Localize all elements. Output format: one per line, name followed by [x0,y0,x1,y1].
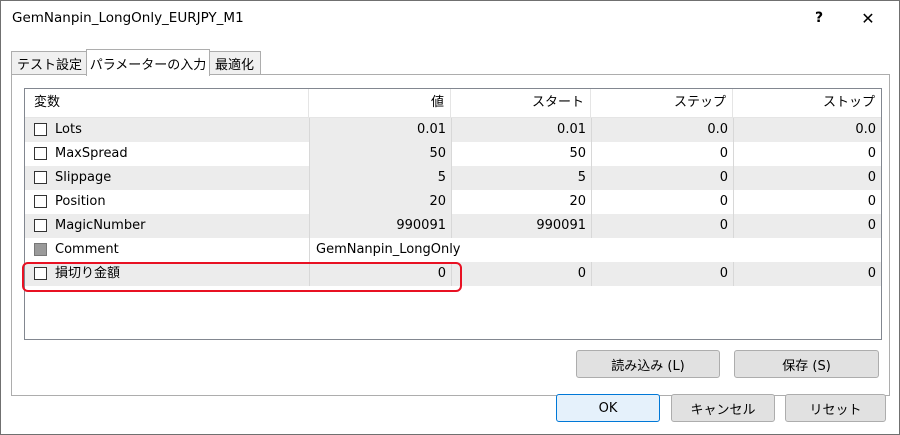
tab-parameters[interactable]: パラメーターの入力 [86,49,210,76]
close-icon: ✕ [861,8,875,28]
help-button[interactable]: ? [804,7,834,29]
param-start[interactable]: 20 [451,190,591,214]
close-button[interactable]: ✕ [853,7,883,29]
param-name: Position [55,194,106,209]
header-stop[interactable]: ストップ [733,89,881,117]
tab-optimization[interactable]: 最適化 [208,51,261,74]
reset-button[interactable]: リセット [785,394,886,422]
param-start[interactable]: 50 [451,142,591,166]
param-value[interactable]: 5 [309,166,451,190]
window-title: GemNanpin_LongOnly_EURJPY_M1 [12,10,244,26]
table-header: 変数 値 スタート ステップ ストップ [25,89,881,118]
param-value[interactable]: 50 [309,142,451,166]
param-name: 損切り金額 [55,266,121,281]
param-stop[interactable]: 0 [733,214,881,238]
param-stop[interactable]: 0 [733,142,881,166]
param-start[interactable]: 990091 [451,214,591,238]
param-step[interactable]: 0 [591,190,733,214]
cancel-button[interactable]: キャンセル [671,394,775,422]
param-stop[interactable]: 0 [733,166,881,190]
param-name: MaxSpread [55,146,128,161]
header-step[interactable]: ステップ [591,89,733,117]
header-variable[interactable]: 変数 [25,89,309,117]
header-value[interactable]: 値 [309,89,451,117]
load-button[interactable]: 読み込み (L) [576,350,720,378]
param-name: Comment [55,242,119,257]
param-stop[interactable]: 0 [733,262,881,286]
param-name: MagicNumber [55,218,146,233]
param-stop[interactable]: 0 [733,190,881,214]
table-row[interactable]: MagicNumber 990091 990091 0 0 [25,214,881,238]
param-step[interactable]: 0 [591,214,733,238]
param-step[interactable]: 0 [591,262,733,286]
table-row[interactable]: Lots 0.01 0.01 0.0 0.0 [25,118,881,142]
param-value[interactable]: GemNanpin_LongOnly [309,238,881,262]
table-row[interactable]: Position 20 20 0 0 [25,190,881,214]
param-step[interactable]: 0 [591,166,733,190]
table-row[interactable]: MaxSpread 50 50 0 0 [25,142,881,166]
param-name: Slippage [55,170,112,185]
param-start[interactable]: 0 [451,262,591,286]
header-start[interactable]: スタート [451,89,591,117]
param-step[interactable]: 0 [591,142,733,166]
table-row[interactable]: Comment GemNanpin_LongOnly [25,238,881,262]
table-row[interactable]: Slippage 5 5 0 0 [25,166,881,190]
param-start[interactable]: 5 [451,166,591,190]
param-value[interactable]: 0 [309,262,451,286]
parameters-table: 変数 値 スタート ステップ ストップ Lots 0.01 0.01 0.0 0… [24,88,882,340]
param-value[interactable]: 990091 [309,214,451,238]
param-name: Lots [55,122,82,137]
save-button[interactable]: 保存 (S) [734,350,879,378]
table-row[interactable]: 損切り金額 0 0 0 0 [25,262,881,286]
tab-test-settings[interactable]: テスト設定 [11,51,88,74]
param-value[interactable]: 20 [309,190,451,214]
param-step[interactable]: 0.0 [591,118,733,142]
param-stop[interactable]: 0.0 [733,118,881,142]
param-start[interactable]: 0.01 [451,118,591,142]
title-bar: GemNanpin_LongOnly_EURJPY_M1 ? ✕ [1,1,899,35]
ok-button[interactable]: OK [556,394,660,422]
param-value[interactable]: 0.01 [309,118,451,142]
